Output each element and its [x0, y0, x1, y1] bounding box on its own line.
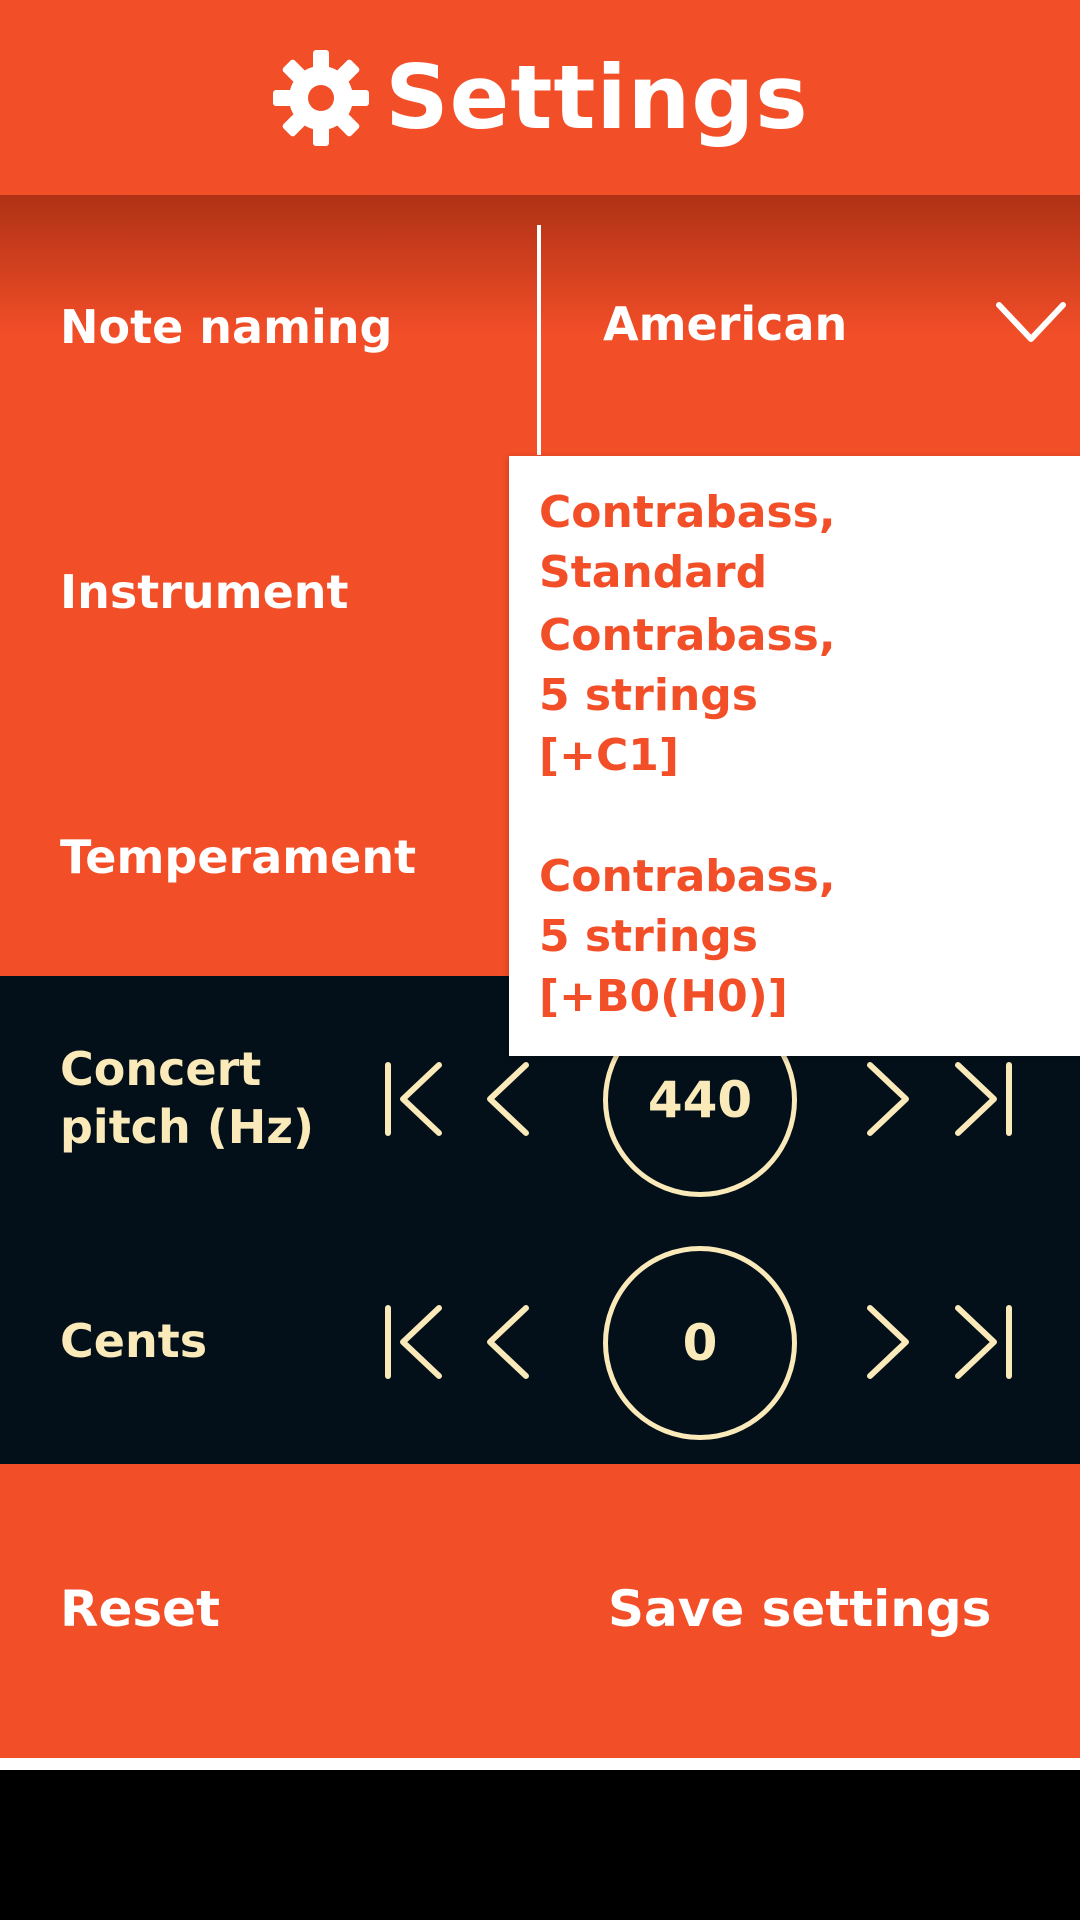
- settings-screen: Settings Note naming American Instrument…: [0, 0, 1080, 1920]
- instrument-option[interactable]: Contrabass, 5 strings [+B0(H0)]: [539, 847, 1069, 1027]
- previous-pitch-button[interactable]: [484, 1061, 532, 1137]
- gear-icon: [271, 48, 371, 148]
- instrument-option[interactable]: Contrabass, 5 strings [+C1]: [539, 606, 1069, 786]
- last-pitch-button[interactable]: [954, 1061, 1014, 1137]
- note-naming-value: American: [603, 297, 848, 351]
- instrument-option[interactable]: Contrabass, Standard: [539, 483, 1069, 603]
- first-cents-button[interactable]: [383, 1304, 443, 1380]
- cents-value[interactable]: 0: [603, 1246, 797, 1440]
- header-bar: Settings: [0, 0, 1080, 195]
- save-settings-button[interactable]: Save settings: [608, 1580, 991, 1638]
- concert-pitch-label: Concert pitch (Hz): [60, 1042, 315, 1154]
- note-naming-label: Note naming: [60, 300, 393, 354]
- chevron-down-icon: [995, 301, 1067, 345]
- first-pitch-button[interactable]: [383, 1061, 443, 1137]
- instrument-label: Instrument: [60, 565, 349, 619]
- system-navigation-area: [0, 1770, 1080, 1920]
- instrument-dropdown-list: Contrabass, Standard Contrabass, 5 strin…: [509, 456, 1080, 1056]
- temperament-label: Temperament: [60, 830, 417, 884]
- previous-cents-button[interactable]: [484, 1304, 532, 1380]
- header-title-group: Settings: [271, 46, 808, 149]
- divider-strip: [0, 1758, 1080, 1770]
- next-cents-button[interactable]: [864, 1304, 912, 1380]
- reset-button[interactable]: Reset: [60, 1580, 220, 1638]
- next-pitch-button[interactable]: [864, 1061, 912, 1137]
- page-title: Settings: [385, 46, 809, 149]
- cents-label: Cents: [60, 1314, 208, 1368]
- note-naming-select[interactable]: American: [541, 225, 1080, 425]
- last-cents-button[interactable]: [954, 1304, 1014, 1380]
